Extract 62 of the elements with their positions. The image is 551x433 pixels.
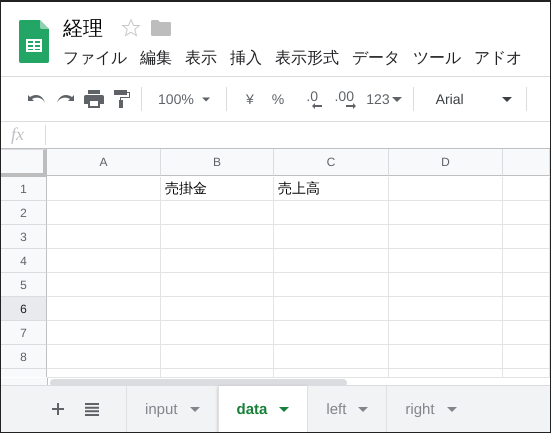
row-header[interactable]: 1 (1, 177, 47, 201)
row-header[interactable]: 4 (1, 249, 47, 273)
column-header[interactable] (503, 149, 550, 176)
caret-icon (190, 406, 200, 412)
caret-icon (279, 406, 290, 412)
table-cell (503, 201, 550, 225)
folder-icon[interactable] (151, 20, 171, 36)
paint-roller-icon (114, 90, 130, 108)
row-header[interactable]: 2 (1, 201, 47, 225)
print-icon (84, 90, 104, 108)
menu-item[interactable]: ツール (413, 48, 461, 69)
table-cell: 売掛金 (161, 177, 274, 201)
table-cell (503, 177, 550, 201)
column-header[interactable]: D (389, 149, 503, 176)
caret-icon (202, 96, 210, 102)
caret-icon (358, 406, 368, 412)
menu-item[interactable]: アドオ (474, 48, 522, 69)
caret-icon (392, 96, 402, 102)
column-header[interactable]: C (274, 149, 389, 176)
star-icon[interactable] (121, 18, 141, 38)
caret-icon (502, 96, 512, 102)
row-header[interactable]: 7 (1, 321, 47, 345)
increase-decimal-button[interactable]: .00 (327, 84, 362, 114)
table-cell (503, 273, 550, 297)
row-header[interactable]: 5 (1, 273, 47, 297)
row-header[interactable]: 6 (1, 297, 47, 321)
menu-item[interactable]: 挿入 (230, 48, 262, 69)
left-arrow-icon (312, 103, 322, 109)
table-cell: 売上高 (274, 177, 389, 201)
menu-item[interactable]: 表示 (185, 48, 217, 69)
undo-icon (28, 94, 46, 104)
document-title[interactable]: 経理 (63, 14, 103, 42)
number-format-dropdown[interactable]: 123 (361, 85, 407, 113)
column-header[interactable]: A (47, 149, 161, 176)
table-cell (503, 249, 550, 273)
row-header[interactable]: 8 (1, 345, 47, 369)
font-dropdown[interactable]: Arial (424, 85, 524, 113)
right-arrow-icon (346, 103, 356, 109)
redo-icon (56, 94, 74, 104)
menu-icon (85, 402, 99, 416)
menu-item[interactable]: データ (352, 48, 400, 69)
formula-label: fx (1, 125, 46, 145)
spreadsheet-logo-icon[interactable] (19, 20, 49, 63)
column-header[interactable]: B (161, 149, 274, 176)
menu-item[interactable]: ファイル (63, 48, 127, 69)
menu-item[interactable]: 編集 (140, 48, 172, 69)
select-all-corner[interactable] (1, 149, 47, 177)
table-cell (503, 225, 550, 249)
table-cell (503, 321, 550, 345)
menu-item[interactable]: 表示形式 (275, 48, 339, 69)
plus-icon (52, 403, 64, 415)
table-cell (503, 297, 550, 321)
row-header[interactable] (1, 369, 47, 377)
row-header[interactable]: 3 (1, 225, 47, 249)
caret-icon (446, 406, 457, 412)
percent-button[interactable]: % (266, 85, 290, 113)
currency-button[interactable]: ¥ (241, 85, 259, 113)
table-cell (503, 345, 550, 369)
zoom-dropdown[interactable]: 100% (148, 85, 220, 113)
sheet-tab[interactable]: data (218, 386, 308, 432)
decrease-decimal-button[interactable]: .0 (297, 84, 328, 114)
table-cell (503, 369, 550, 378)
